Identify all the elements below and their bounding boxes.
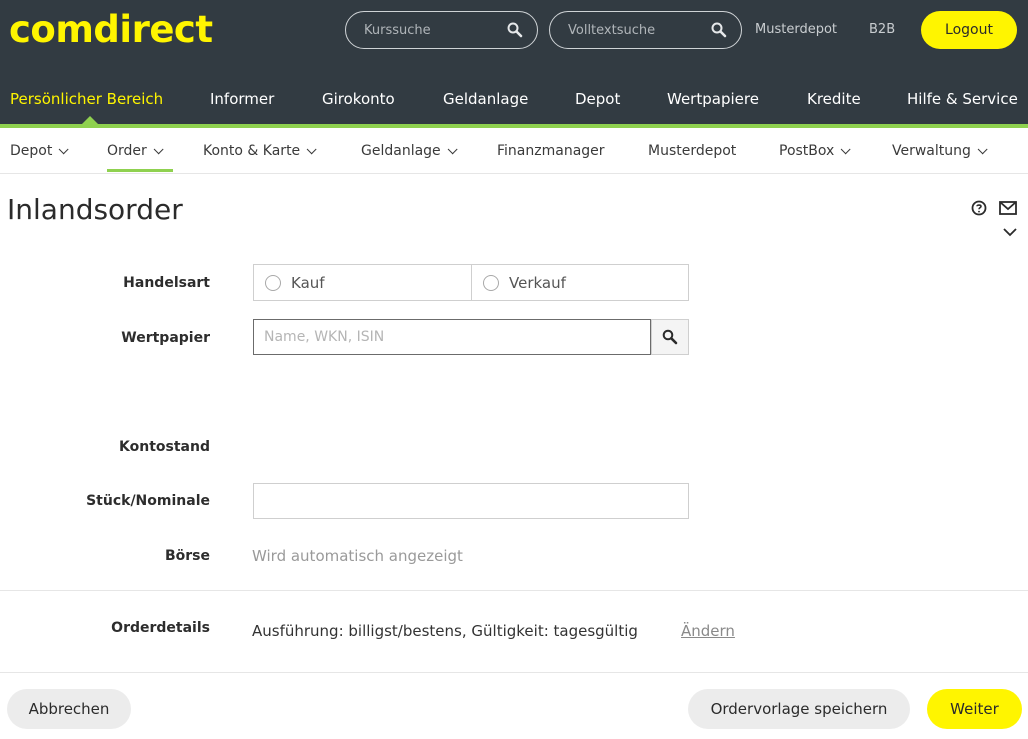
sub-nav-postbox[interactable]: PostBox [779, 143, 851, 159]
wertpapier-search-button[interactable] [651, 319, 689, 355]
logout-button[interactable]: Logout [921, 11, 1017, 49]
verkauf-radio[interactable]: Verkauf [471, 265, 688, 300]
search-icon [662, 329, 678, 345]
chevron-down-icon [977, 144, 988, 155]
sub-nav-label: Verwaltung [892, 143, 971, 159]
handelsart-radio-group: Kauf Verkauf [253, 264, 689, 301]
chevron-down-icon [306, 144, 317, 155]
kurssuche-search[interactable] [345, 11, 538, 49]
aendern-link[interactable]: Ändern [681, 622, 735, 640]
sub-nav-label: Order [107, 143, 147, 159]
sub-nav-konto-karte[interactable]: Konto & Karte [203, 143, 317, 159]
kontostand-label: Kontostand [119, 439, 210, 455]
main-nav-informer[interactable]: Informer [210, 90, 274, 108]
sub-nav-label: Konto & Karte [203, 143, 301, 159]
sub-nav-order[interactable]: Order [107, 143, 164, 159]
sub-nav-active-underline [107, 169, 173, 172]
weiter-button[interactable]: Weiter [927, 689, 1022, 729]
main-nav-wertpapiere[interactable]: Wertpapiere [667, 90, 759, 108]
section-divider [0, 590, 1028, 591]
wertpapier-input[interactable] [253, 319, 651, 355]
top-header: comdirect Musterdepot B2B Logout Persönl… [0, 0, 1028, 124]
sub-nav-label: PostBox [779, 143, 835, 159]
sub-nav-label: Depot [10, 143, 53, 159]
chevron-down-icon [447, 144, 458, 155]
sub-nav-label: Geldanlage [361, 143, 441, 159]
orderdetails-value: Ausführung: billigst/bestens, Gültigkeit… [252, 622, 638, 640]
main-nav-girokonto[interactable]: Girokonto [322, 90, 395, 108]
sub-nav-verwaltung[interactable]: Verwaltung [892, 143, 988, 159]
page-title: Inlandsorder [7, 193, 183, 226]
kauf-label[interactable]: Kauf [291, 274, 325, 292]
comdirect-logo[interactable]: comdirect [9, 8, 213, 51]
sub-nav-musterdepot[interactable]: Musterdepot [648, 143, 736, 159]
main-nav-hilfe-service[interactable]: Hilfe & Service [907, 90, 1018, 108]
boerse-label: Börse [164, 548, 210, 564]
mail-icon[interactable] [999, 201, 1017, 215]
chevron-down-icon [840, 144, 851, 155]
kurssuche-input[interactable] [364, 21, 494, 39]
search-icon[interactable] [711, 22, 727, 38]
chevron-down-icon [153, 144, 164, 155]
b2b-link[interactable]: B2B [869, 22, 895, 37]
boerse-value: Wird automatisch angezeigt [252, 547, 463, 565]
section-divider [0, 672, 1028, 673]
radio-circle-icon[interactable] [483, 275, 499, 291]
wertpapier-label: Wertpapier [121, 330, 210, 346]
verkauf-label[interactable]: Verkauf [509, 274, 566, 292]
main-nav-geldanlage[interactable]: Geldanlage [443, 90, 528, 108]
volltextsuche-input[interactable] [568, 21, 698, 39]
sub-nav-label: Musterdepot [648, 143, 737, 159]
main-nav-persoenlicher-bereich[interactable]: Persönlicher Bereich [10, 90, 163, 108]
main-nav-kredite[interactable]: Kredite [807, 90, 861, 108]
active-nav-indicator [82, 116, 98, 124]
musterdepot-link[interactable]: Musterdepot [755, 22, 837, 37]
ordervorlage-speichern-button[interactable]: Ordervorlage speichern [688, 689, 910, 729]
abbrechen-button[interactable]: Abbrechen [7, 689, 131, 729]
volltextsuche-search[interactable] [549, 11, 742, 49]
radio-circle-icon[interactable] [265, 275, 281, 291]
chevron-down-icon[interactable] [1003, 227, 1017, 237]
search-icon[interactable] [507, 22, 523, 38]
kauf-radio[interactable]: Kauf [254, 265, 471, 300]
sub-nav: Depot Order Konto & Karte Geldanlage Fin… [0, 128, 1028, 174]
main-nav-depot[interactable]: Depot [575, 90, 620, 108]
stueck-nominale-label: Stück/Nominale [86, 493, 210, 509]
handelsart-label: Handelsart [123, 275, 210, 291]
orderdetails-label: Orderdetails [111, 620, 210, 636]
chevron-down-icon [59, 144, 69, 155]
sub-nav-geldanlage[interactable]: Geldanlage [361, 143, 458, 159]
main-nav: Persönlicher Bereich Informer Girokonto … [0, 84, 1028, 118]
sub-nav-finanzmanager[interactable]: Finanzmanager [497, 143, 605, 159]
stueck-nominale-input[interactable] [253, 483, 689, 519]
sub-nav-label: Finanzmanager [497, 143, 605, 159]
sub-nav-depot[interactable]: Depot [10, 143, 69, 159]
help-icon[interactable] [971, 200, 987, 216]
